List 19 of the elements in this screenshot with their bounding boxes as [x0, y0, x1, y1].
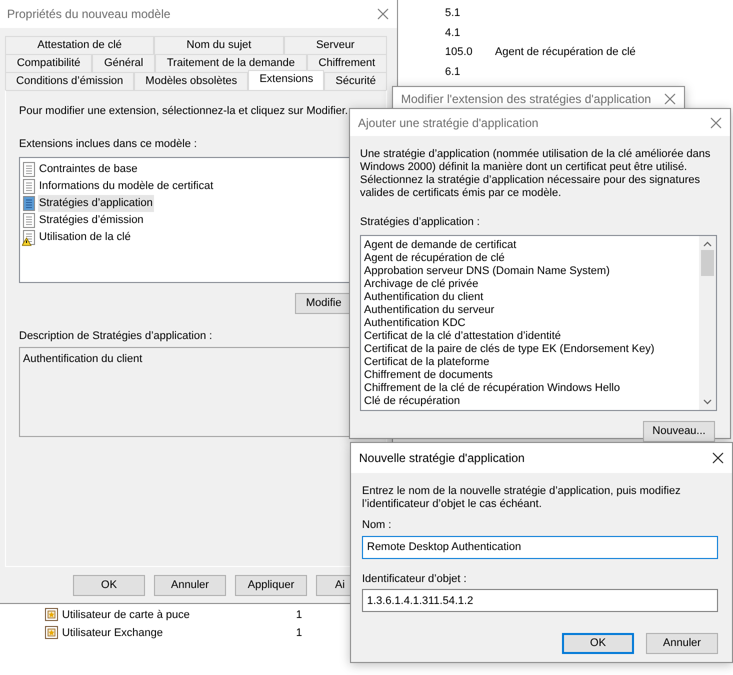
section-label: Stratégies d’application :	[360, 215, 481, 230]
table-cell-text: 1	[296, 626, 302, 641]
description-text: Entrez le nom de la nouvelle stratégie d’application, puis modifiez l’identificateur d’objet le cas échéant.	[362, 485, 682, 511]
table-cell-text: 6.1	[445, 64, 460, 80]
instruction-text: Pour modifier une extension, sélectionnez-la et cliquez sur Modifier.	[19, 104, 349, 119]
description-text: Authentification du client	[23, 352, 142, 364]
window-title: Propriétés du nouveau modèle	[7, 6, 170, 22]
field-label: Nom :	[362, 518, 392, 533]
table-cell-text: Agent de récupération de clé	[495, 45, 636, 60]
description-text: Une stratégie d’application (nommée utilisation de la clé améliorée dans Windows 2000) définit la manière dont un certificat peut être utilisé. Sélectionnez la stratégie d’application nécessaire pour des signatures valides de certificats émis par ce modèle.	[360, 148, 712, 200]
window-title: Nouvelle stratégie d'application	[359, 450, 525, 467]
window-title: Ajouter une stratégie d'application	[358, 114, 538, 132]
table-cell-text: 105.0	[445, 45, 473, 60]
table-cell-text: 1	[296, 608, 302, 623]
window-title: Modifier l'extension des stratégies d'application	[401, 91, 652, 108]
section-label: Extensions inclues dans ce modèle :	[19, 136, 198, 152]
table-cell-text: 5.1	[445, 6, 460, 21]
field-label: Identificateur d’objet :	[362, 572, 468, 586]
table-cell-text: 4.1	[445, 26, 460, 40]
